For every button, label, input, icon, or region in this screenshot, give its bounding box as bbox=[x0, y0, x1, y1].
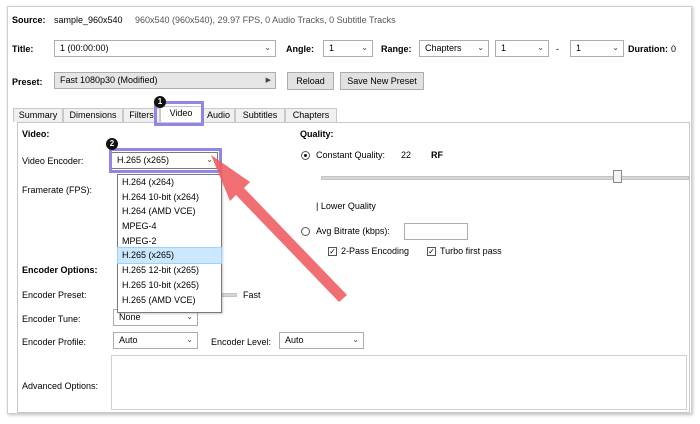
handbrake-window: Source: sample_960x540 960x540 (960x540)… bbox=[7, 6, 692, 414]
arrow-icon bbox=[211, 155, 347, 302]
pointer-arrow bbox=[211, 155, 347, 302]
